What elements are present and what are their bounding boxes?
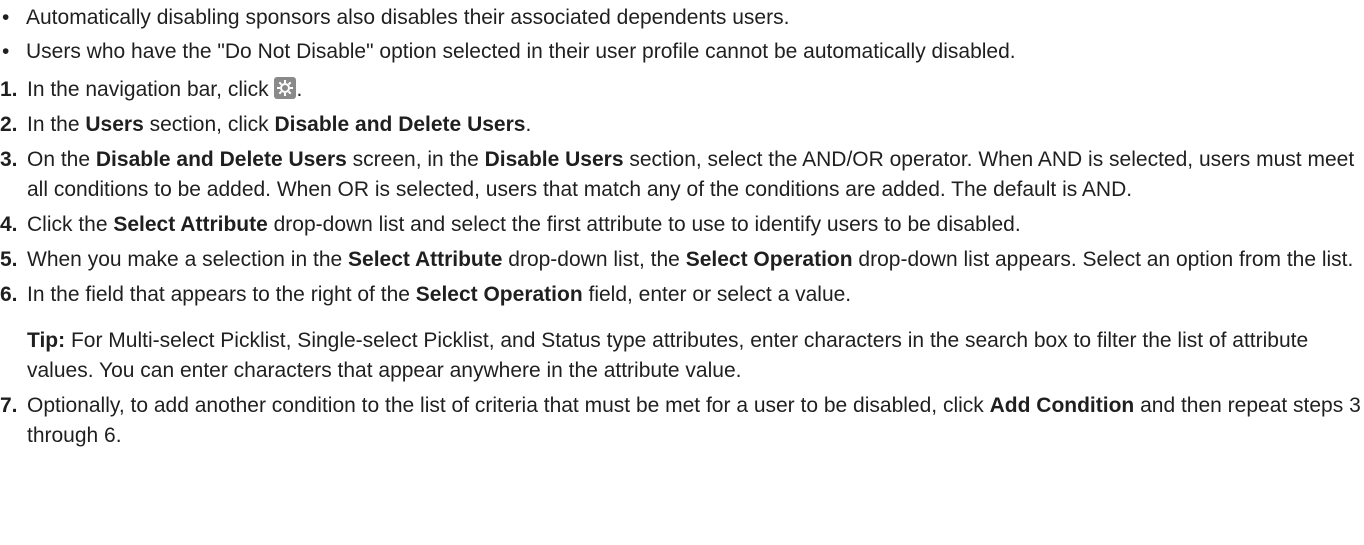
- step-number: 7.: [0, 394, 18, 417]
- step-number: 5.: [0, 248, 18, 271]
- step-text: In the navigation bar, click: [27, 78, 275, 101]
- step-number: 6.: [0, 283, 18, 306]
- gear-icon: [274, 77, 297, 99]
- list-item: • Automatically disabling sponsors also …: [0, 3, 1364, 33]
- step-3: 3. On the Disable and Delete Users scree…: [0, 145, 1364, 205]
- notes-list: • Automatically disabling sponsors also …: [0, 3, 1364, 67]
- step-text: In the field that appears to the right o…: [27, 283, 416, 306]
- steps-list: 1. In the navigation bar, click . 2. In …: [0, 75, 1364, 451]
- step-text: In the: [27, 113, 86, 136]
- step-2: 2. In the Users section, click Disable a…: [0, 110, 1364, 140]
- step-text: drop-down list and select the first attr…: [267, 213, 1021, 236]
- step-text: .: [525, 113, 532, 136]
- ui-term: Disable Users: [484, 148, 624, 171]
- step-5: 5. When you make a selection in the Sele…: [0, 245, 1364, 275]
- step-text: Optionally, to add another condition to …: [27, 394, 990, 417]
- step-number: 4.: [0, 213, 18, 236]
- list-item: • Users who have the "Do Not Disable" op…: [0, 37, 1364, 67]
- note-text: Users who have the "Do Not Disable" opti…: [26, 40, 1016, 63]
- ui-term: Select Operation: [685, 248, 853, 271]
- step-text: section, click: [143, 113, 275, 136]
- ui-term: Select Attribute: [348, 248, 503, 271]
- bullet-marker: •: [2, 6, 10, 29]
- step-text: field, enter or select a value.: [582, 283, 852, 306]
- ui-term: Select Operation: [415, 283, 583, 306]
- note-text: Automatically disabling sponsors also di…: [26, 6, 790, 29]
- step-text: On the: [27, 148, 96, 171]
- ui-term: Add Condition: [989, 394, 1135, 417]
- ui-term: Disable and Delete Users: [95, 148, 347, 171]
- step-1: 1. In the navigation bar, click .: [0, 75, 1364, 105]
- tip-text: For Multi-select Picklist, Single-select…: [27, 329, 1309, 382]
- tip-note: Tip: For Multi-select Picklist, Single-s…: [27, 326, 1364, 386]
- step-number: 1.: [0, 78, 18, 101]
- ui-term: Disable and Delete Users: [274, 113, 526, 136]
- step-number: 2.: [0, 113, 18, 136]
- step-text: .: [296, 78, 303, 101]
- ui-term: Select Attribute: [113, 213, 268, 236]
- document-body: • Automatically disabling sponsors also …: [0, 0, 1364, 451]
- step-6: 6. In the field that appears to the righ…: [0, 280, 1364, 386]
- step-text: drop-down list, the: [502, 248, 686, 271]
- step-text: drop-down list appears. Select an option…: [852, 248, 1354, 271]
- step-text: When you make a selection in the: [27, 248, 349, 271]
- step-text: Click the: [27, 213, 114, 236]
- step-number: 3.: [0, 148, 18, 171]
- ui-term: Users: [85, 113, 144, 136]
- tip-label: Tip:: [27, 329, 66, 352]
- step-7: 7. Optionally, to add another condition …: [0, 391, 1364, 451]
- bullet-marker: •: [2, 40, 10, 63]
- step-4: 4. Click the Select Attribute drop-down …: [0, 210, 1364, 240]
- step-text: screen, in the: [346, 148, 485, 171]
